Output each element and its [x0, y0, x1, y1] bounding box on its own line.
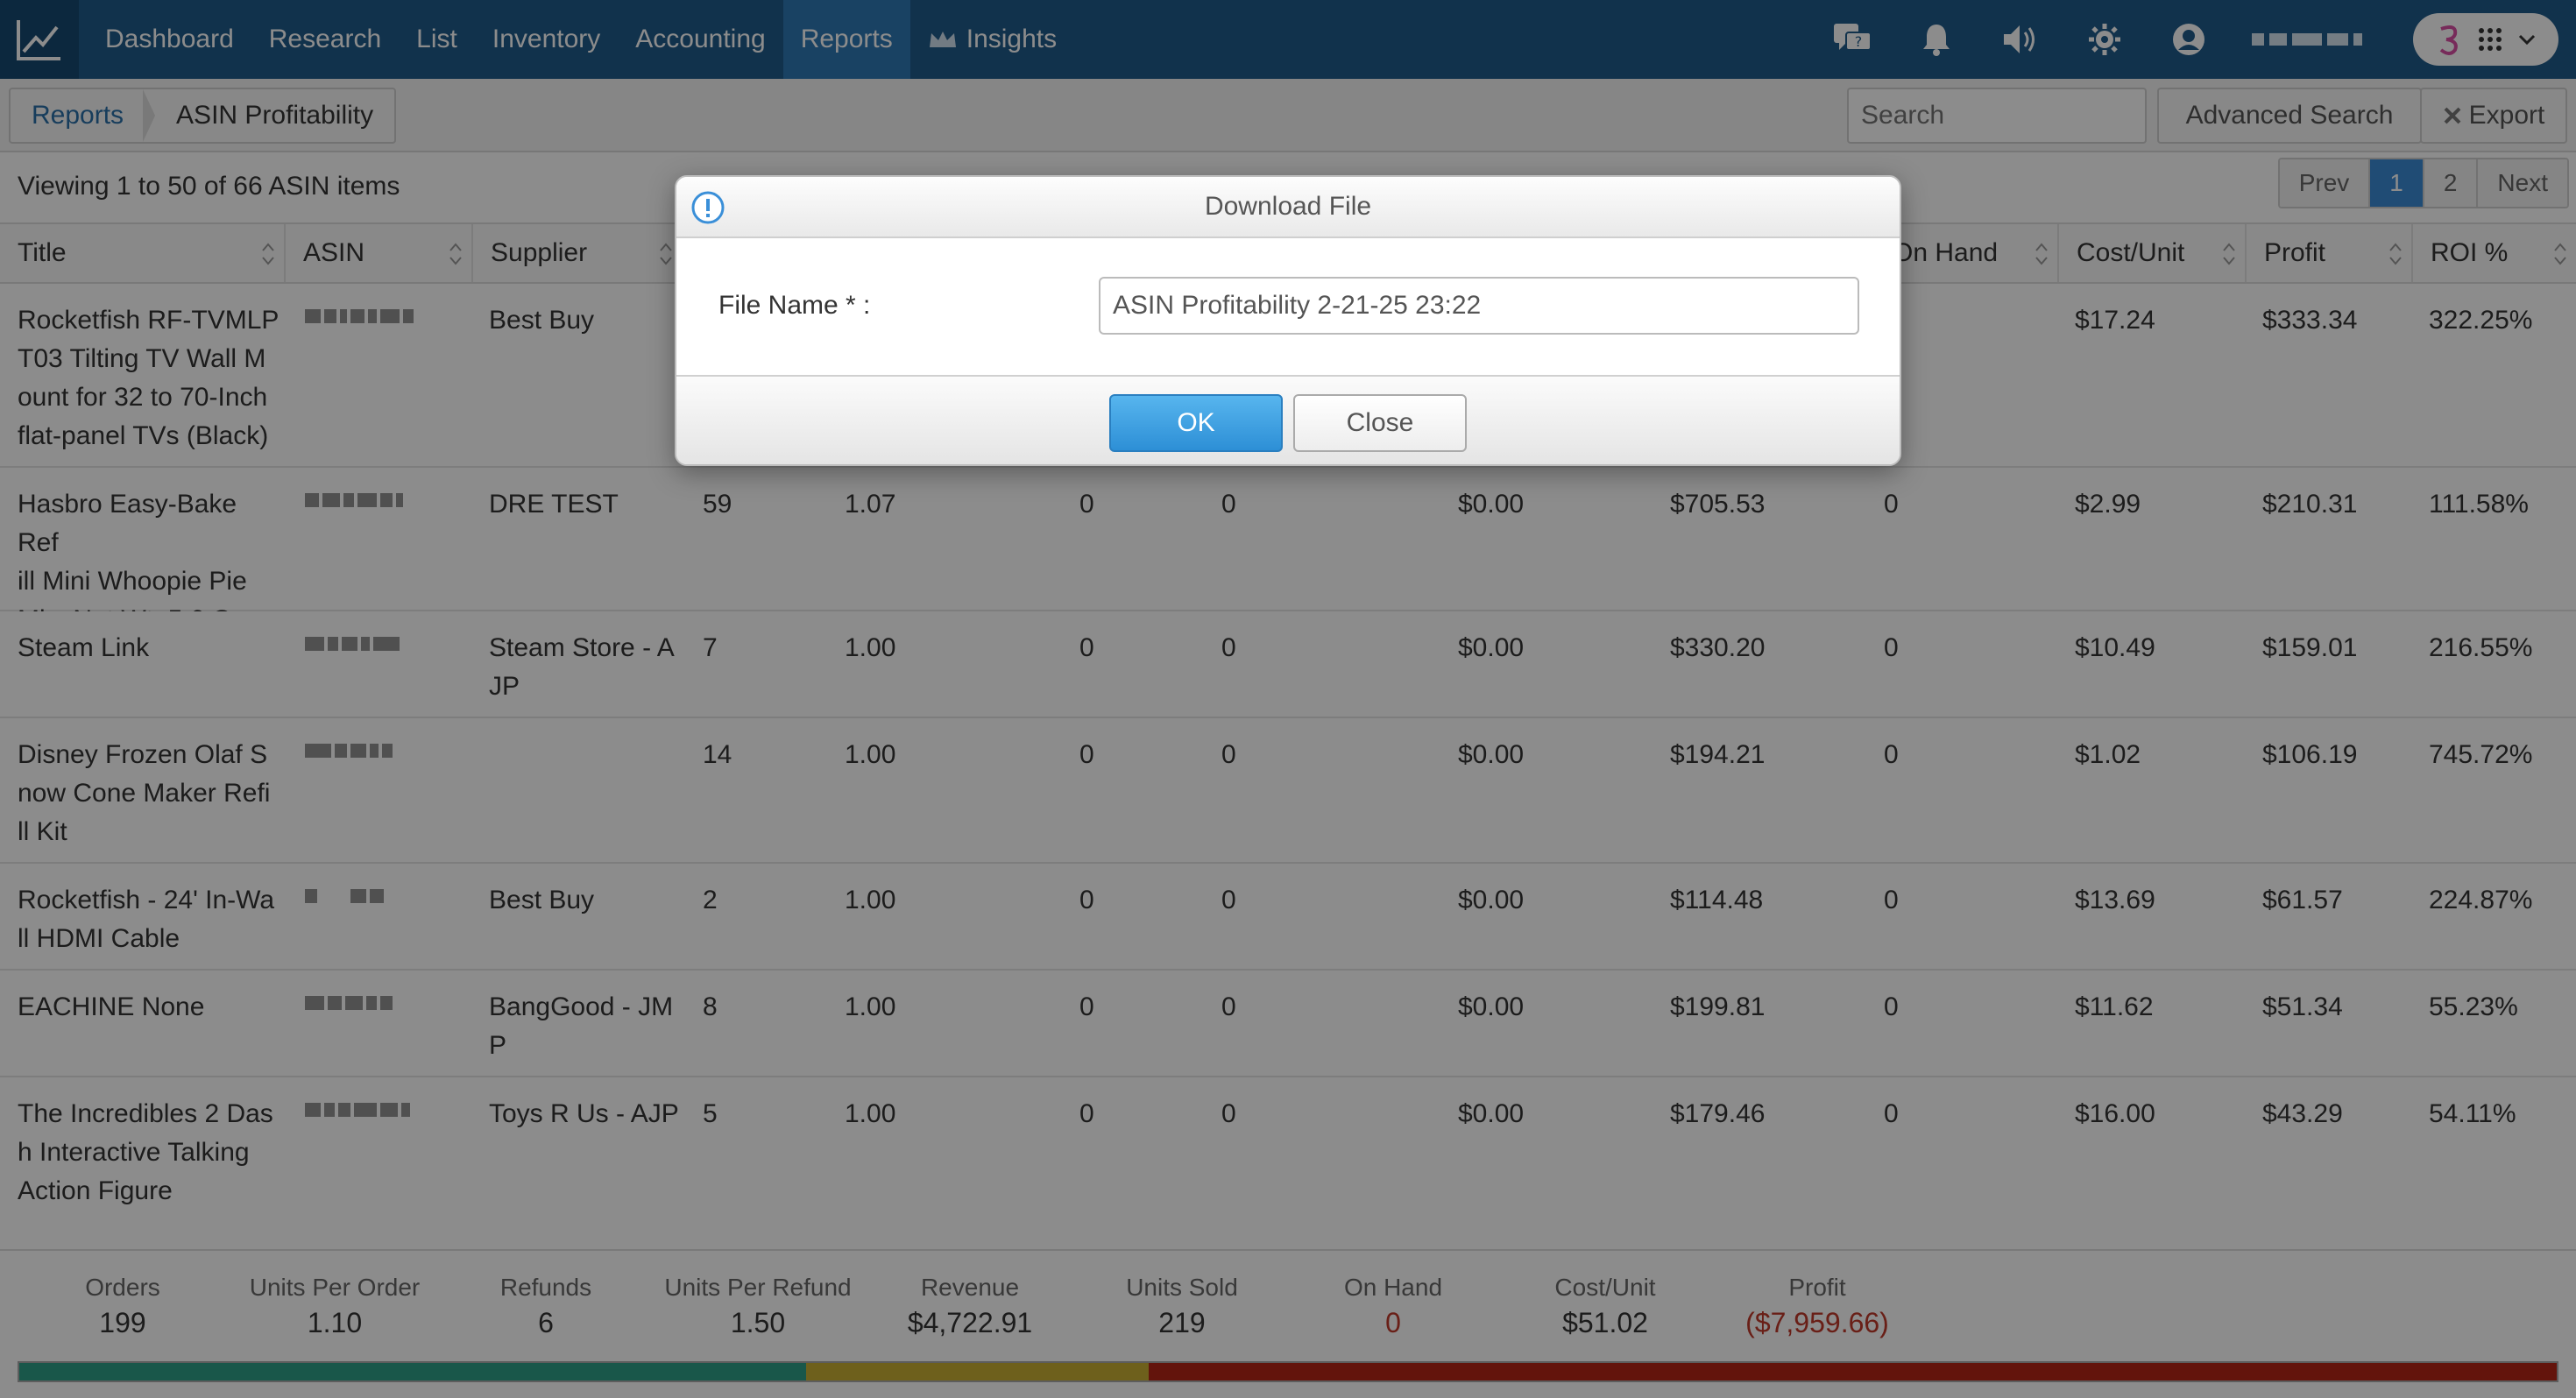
close-button[interactable]: Close	[1293, 394, 1467, 452]
dialog-title: Download File	[1204, 192, 1372, 221]
ok-button[interactable]: OK	[1109, 394, 1283, 452]
dialog-body: File Name * :	[676, 238, 1900, 375]
download-file-dialog: Download File File Name * : OK Close	[675, 175, 1901, 466]
info-icon	[691, 191, 725, 224]
dialog-footer: OK Close	[676, 375, 1900, 464]
file-name-label: File Name * :	[718, 291, 871, 320]
dialog-header: Download File	[676, 177, 1900, 238]
file-name-input[interactable]	[1099, 277, 1859, 335]
